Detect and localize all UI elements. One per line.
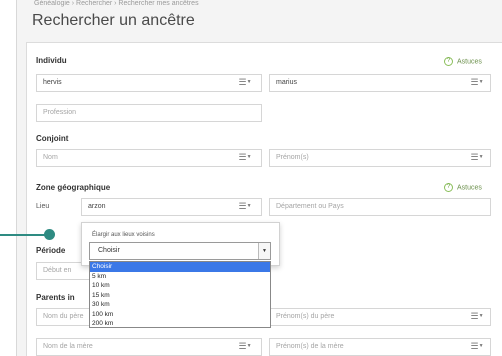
callout-dot bbox=[44, 229, 55, 240]
list-menu-icon: ☰ bbox=[238, 152, 247, 162]
conjoint-prenom-field[interactable]: Prénom(s) bbox=[269, 149, 491, 167]
help-icon: ? bbox=[444, 183, 453, 192]
prenom-mere-field[interactable]: Prénom(s) de la mère bbox=[269, 338, 491, 356]
nearby-places-label: Élargir aux lieux voisins bbox=[92, 232, 155, 238]
lieu-label: Lieu bbox=[36, 203, 50, 210]
nom-mere-field[interactable]: Nom de la mère bbox=[36, 338, 262, 356]
radius-option[interactable]: 5 km bbox=[90, 272, 270, 282]
periode-label: Période bbox=[36, 246, 66, 255]
radius-option[interactable]: 10 km bbox=[90, 281, 270, 291]
tips-label: Astuces bbox=[457, 58, 482, 66]
radius-option[interactable]: 15 km bbox=[90, 291, 270, 301]
page-title: Rechercher un ancêtre bbox=[32, 12, 195, 29]
individu-nom-menu-button[interactable]: ☰▼ bbox=[234, 74, 256, 92]
nom-pere-field[interactable]: Nom du père bbox=[36, 308, 96, 326]
list-menu-icon: ☰ bbox=[238, 201, 247, 211]
tips-label: Astuces bbox=[457, 184, 482, 192]
prenom-pere-menu-button[interactable]: ☰▼ bbox=[466, 308, 488, 326]
lieu-menu-button[interactable]: ☰▼ bbox=[234, 198, 256, 216]
tips-link-individu[interactable]: ? Astuces bbox=[444, 57, 482, 66]
tips-link-zone[interactable]: ? Astuces bbox=[444, 183, 482, 192]
list-menu-icon: ☰ bbox=[470, 341, 479, 351]
list-menu-icon: ☰ bbox=[470, 77, 479, 87]
prenom-pere-field[interactable]: Prénom(s) du père bbox=[269, 308, 491, 326]
conjoint-nom-menu-button[interactable]: ☰▼ bbox=[234, 149, 256, 167]
parents-label: Parents in bbox=[36, 293, 75, 302]
nom-mere-menu-button[interactable]: ☰▼ bbox=[234, 338, 256, 356]
conjoint-prenom-menu-button[interactable]: ☰▼ bbox=[466, 149, 488, 167]
breadcrumb: Généalogie › Rechercher › Rechercher mes… bbox=[34, 0, 199, 7]
profession-field[interactable]: Profession bbox=[36, 104, 262, 122]
list-menu-icon: ☰ bbox=[238, 341, 247, 351]
radius-options-list: Choisir 5 km 10 km 15 km 30 km 100 km 20… bbox=[89, 261, 271, 328]
list-menu-icon: ☰ bbox=[238, 77, 247, 87]
callout-line bbox=[0, 234, 48, 236]
individu-prenom-field[interactable]: marius bbox=[269, 74, 491, 92]
help-icon: ? bbox=[444, 57, 453, 66]
radius-option[interactable]: 200 km bbox=[90, 319, 270, 329]
list-menu-icon: ☰ bbox=[470, 311, 479, 321]
departement-field[interactable]: Département ou Pays bbox=[269, 198, 491, 216]
individu-prenom-menu-button[interactable]: ☰▼ bbox=[466, 74, 488, 92]
radius-option[interactable]: Choisir bbox=[90, 262, 270, 272]
chevron-down-icon[interactable]: ▼ bbox=[258, 243, 270, 259]
conjoint-label: Conjoint bbox=[36, 134, 69, 143]
individu-nom-field[interactable]: hervis bbox=[36, 74, 262, 92]
list-menu-icon: ☰ bbox=[470, 152, 479, 162]
zone-label: Zone géographique bbox=[36, 183, 111, 192]
prenom-mere-menu-button[interactable]: ☰▼ bbox=[466, 338, 488, 356]
radius-select[interactable]: Choisir ▼ bbox=[89, 242, 271, 260]
individu-label: Individu bbox=[36, 56, 67, 65]
radius-select-value: Choisir bbox=[98, 247, 120, 254]
radius-option[interactable]: 100 km bbox=[90, 310, 270, 320]
conjoint-nom-field[interactable]: Nom bbox=[36, 149, 262, 167]
radius-option[interactable]: 30 km bbox=[90, 300, 270, 310]
